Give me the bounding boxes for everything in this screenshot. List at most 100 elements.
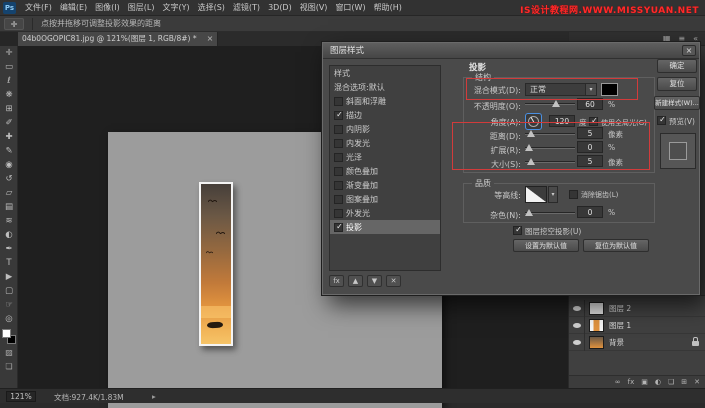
layer-group-icon[interactable]: ❏ [668,378,674,386]
layer-name: 图层 2 [609,303,631,314]
status-menu-arrow-icon[interactable]: ▸ [152,392,156,401]
zoom-tool[interactable]: ◎ [0,312,18,326]
screen-mode-icon[interactable]: ❏ [0,360,18,374]
new-style-button[interactable]: 新建样式(W)... [654,96,700,110]
menu-item-4[interactable]: 文字(Y) [158,0,193,16]
zoom-level-field[interactable]: 121% [6,391,36,402]
style-item-inner-glow[interactable]: 内发光 [330,136,440,150]
adjustment-layer-icon[interactable]: ◐ [655,378,661,386]
dialog-close-button[interactable]: × [682,45,696,56]
style-preview-thumbnail [660,133,696,169]
eraser-tool[interactable]: ▱ [0,186,18,200]
dialog-titlebar[interactable]: 图层样式 × [323,43,699,59]
layer-mask-icon[interactable]: ▣ [641,378,648,386]
style-item-color-overlay[interactable]: 颜色叠加 [330,164,440,178]
layer-row-background[interactable]: 背景 [569,334,705,351]
style-checkbox-color-overlay[interactable] [334,167,343,176]
visibility-toggle-background[interactable] [569,334,585,351]
anti-alias-checkbox[interactable] [569,190,578,199]
reset-default-button[interactable]: 复位为默认值 [583,239,649,252]
foreground-color-swatch[interactable] [2,329,11,338]
boat-silhouette [207,322,223,329]
blur-tool[interactable]: ≋ [0,214,18,228]
document-tab[interactable]: 04b0OGOPIC81.jpg @ 121%(图层 1, RGB/8#) * … [18,32,218,46]
layer-effects-icon[interactable]: fx [628,378,635,386]
effect-down-icon[interactable]: ▼ [367,275,382,287]
eyedropper-tool[interactable]: ✐ [0,116,18,130]
set-default-button[interactable]: 设置为默认值 [513,239,579,252]
reset-button[interactable]: 复位 [657,77,697,91]
sunset-glow [201,306,231,318]
noise-value-field[interactable]: 0 [577,206,603,218]
quick-mask-icon[interactable]: ▨ [0,346,18,360]
style-item-pattern-overlay[interactable]: 图案叠加 [330,192,440,206]
effect-up-icon[interactable]: ▲ [348,275,363,287]
style-checkbox-outer-glow[interactable] [334,209,343,218]
style-item-gradient-overlay[interactable]: 渐变叠加 [330,178,440,192]
history-brush-tool[interactable]: ↺ [0,172,18,186]
new-layer-icon[interactable]: ⊞ [681,378,687,386]
style-checkbox-inner-glow[interactable] [334,139,343,148]
style-item-blending-options[interactable]: 混合选项:默认 [330,80,440,94]
slider-thumb[interactable] [552,100,560,107]
gradient-tool[interactable]: ▤ [0,200,18,214]
style-item-inner-shadow[interactable]: 内阴影 [330,122,440,136]
style-checkbox-bevel-emboss[interactable] [334,97,343,106]
menu-item-0[interactable]: 文件(F) [21,0,56,16]
lasso-tool[interactable]: ℓ [0,74,18,88]
style-item-stroke[interactable]: 描边 [330,108,440,122]
add-effect-icon[interactable]: fx [329,275,344,287]
layer-row-layer-1[interactable]: 图层 1 [569,317,705,334]
menu-item-8[interactable]: 视图(V) [296,0,332,16]
style-item-satin[interactable]: 光泽 [330,150,440,164]
style-item-bevel-emboss[interactable]: 斜面和浮雕 [330,94,440,108]
healing-brush-tool[interactable]: ✚ [0,130,18,144]
menu-item-9[interactable]: 窗口(W) [331,0,369,16]
ok-button[interactable]: 确定 [657,59,697,73]
style-item-outer-glow[interactable]: 外发光 [330,206,440,220]
menu-item-5[interactable]: 选择(S) [194,0,229,16]
menu-item-1[interactable]: 编辑(E) [56,0,91,16]
clone-stamp-tool[interactable]: ◉ [0,158,18,172]
brush-tool[interactable]: ✎ [0,144,18,158]
tab-close-icon[interactable]: × [205,32,215,46]
noise-slider[interactable] [525,207,575,217]
hand-tool[interactable]: ☞ [0,298,18,312]
style-checkbox-drop-shadow[interactable] [334,223,343,232]
style-item-drop-shadow[interactable]: 投影 [330,220,440,234]
style-checkbox-stroke[interactable] [334,111,343,120]
menu-item-7[interactable]: 3D(D) [264,0,296,16]
menu-item-10[interactable]: 帮助(H) [370,0,406,16]
delete-layer-icon[interactable]: ✕ [694,378,700,386]
dodge-tool[interactable]: ◐ [0,228,18,242]
move-tool[interactable]: ✛ [0,46,18,60]
layer-knockout-checkbox[interactable] [513,226,522,235]
shape-tool[interactable]: ▢ [0,284,18,298]
chevron-down-icon[interactable]: ▾ [548,186,558,203]
slider-thumb[interactable] [525,209,533,216]
style-checkbox-satin[interactable] [334,153,343,162]
marquee-tool[interactable]: ▭ [0,60,18,74]
menu-item-3[interactable]: 图层(L) [124,0,159,16]
quick-selection-tool[interactable]: ❋ [0,88,18,102]
style-checkbox-gradient-overlay[interactable] [334,181,343,190]
style-checkbox-inner-shadow[interactable] [334,125,343,134]
delete-effect-icon[interactable]: ✕ [386,275,401,287]
style-checkbox-pattern-overlay[interactable] [334,195,343,204]
visibility-toggle-layer-1[interactable] [569,317,585,334]
type-tool[interactable]: T [0,256,18,270]
layer-row-layer-2[interactable]: 图层 2 [569,300,705,317]
style-item-styles[interactable]: 样式 [330,66,440,80]
visibility-toggle-layer-2[interactable] [569,300,585,317]
menu-item-6[interactable]: 滤镜(T) [229,0,264,16]
noise-label: 杂色(N): [463,210,521,221]
menu-items: 文件(F)编辑(E)图像(I)图层(L)文字(Y)选择(S)滤镜(T)3D(D)… [21,0,406,16]
preview-checkbox[interactable] [657,116,666,125]
path-selection-tool[interactable]: ▶ [0,270,18,284]
menu-item-2[interactable]: 图像(I) [91,0,124,16]
pen-tool[interactable]: ✒ [0,242,18,256]
link-layers-icon[interactable]: ∞ [615,378,621,386]
bookmark-image[interactable] [199,182,233,346]
contour-picker[interactable] [525,186,547,203]
crop-tool[interactable]: ⊞ [0,102,18,116]
